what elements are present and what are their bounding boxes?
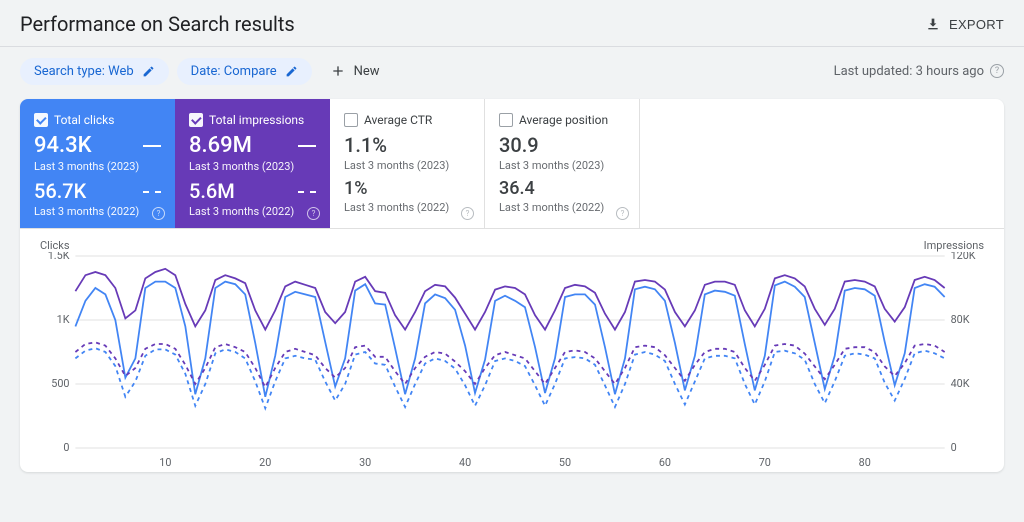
performance-chart: 0 500 1K 1.5K 0 40K 80K 120K 10 20 30 40 50 60 70 80 [40, 252, 984, 472]
metric-value-prev: 56.7K [34, 179, 86, 203]
filter-date[interactable]: Date: Compare [177, 58, 312, 85]
svg-text:120K: 120K [951, 252, 976, 262]
svg-text:30: 30 [359, 456, 371, 469]
y-axis-left-label: Clicks [40, 239, 70, 252]
export-label: EXPORT [949, 17, 1004, 32]
metric-total-clicks[interactable]: Total clicks 94.3K Last 3 months (2023) … [20, 99, 175, 228]
svg-text:40K: 40K [951, 377, 970, 390]
svg-text:80K: 80K [951, 313, 970, 326]
metric-period-prev: Last 3 months (2022) [189, 205, 316, 218]
help-icon[interactable]: ? [307, 207, 320, 220]
download-icon [925, 16, 941, 32]
checkbox-empty-icon [499, 113, 513, 127]
metric-period: Last 3 months (2023) [344, 159, 470, 172]
svg-text:50: 50 [559, 456, 571, 469]
metric-average-position[interactable]: Average position 30.9 Last 3 months (202… [485, 99, 640, 228]
svg-text:60: 60 [659, 456, 671, 469]
svg-text:10: 10 [159, 456, 171, 469]
metric-value-prev: 1% [344, 178, 470, 199]
metric-period: Last 3 months (2023) [189, 160, 316, 173]
help-icon[interactable]: ? [616, 207, 629, 220]
help-icon[interactable]: ? [461, 207, 474, 220]
svg-text:40: 40 [459, 456, 471, 469]
metric-value-prev: 5.6M [189, 179, 235, 203]
metric-period-prev: Last 3 months (2022) [344, 201, 470, 214]
metric-value-prev: 36.4 [499, 178, 625, 199]
filter-search-type[interactable]: Search type: Web [20, 58, 169, 85]
metric-average-ctr[interactable]: Average CTR 1.1% Last 3 months (2023) 1%… [330, 99, 485, 228]
svg-text:1K: 1K [57, 313, 70, 326]
performance-card: Total clicks 94.3K Last 3 months (2023) … [20, 99, 1004, 472]
metric-period: Last 3 months (2023) [499, 159, 625, 172]
metric-value: 94.3K [34, 133, 92, 158]
metric-period-prev: Last 3 months (2022) [34, 205, 161, 218]
metric-total-impressions[interactable]: Total impressions 8.69M Last 3 months (2… [175, 99, 330, 228]
checkbox-checked-icon [34, 113, 48, 127]
svg-text:0: 0 [951, 441, 957, 454]
export-button[interactable]: EXPORT [925, 16, 1004, 32]
metric-period-prev: Last 3 months (2022) [499, 201, 625, 214]
help-icon[interactable]: ? [990, 64, 1004, 78]
svg-text:80: 80 [859, 456, 871, 469]
page-title: Performance on Search results [20, 12, 295, 36]
filter-date-label: Date: Compare [191, 64, 277, 79]
svg-text:1.5K: 1.5K [48, 252, 70, 262]
y-axis-right-label: Impressions [924, 239, 984, 252]
metrics-row: Total clicks 94.3K Last 3 months (2023) … [20, 99, 1004, 229]
pencil-icon [285, 65, 298, 78]
checkbox-checked-icon [189, 113, 203, 127]
last-updated-text: Last updated: 3 hours ago ? [834, 64, 1004, 79]
svg-text:70: 70 [759, 456, 771, 469]
plus-icon [330, 63, 346, 79]
svg-text:500: 500 [51, 377, 69, 390]
svg-text:0: 0 [63, 441, 69, 454]
metric-value: 8.69M [189, 133, 252, 158]
add-filter-label: New [354, 64, 380, 79]
metric-period: Last 3 months (2023) [34, 160, 161, 173]
add-filter-button[interactable]: New [320, 57, 390, 85]
pencil-icon [142, 65, 155, 78]
metric-value: 1.1% [344, 133, 470, 157]
help-icon[interactable]: ? [152, 207, 165, 220]
metric-value: 30.9 [499, 133, 625, 157]
filter-search-type-label: Search type: Web [34, 64, 134, 79]
checkbox-empty-icon [344, 113, 358, 127]
svg-text:20: 20 [259, 456, 271, 469]
